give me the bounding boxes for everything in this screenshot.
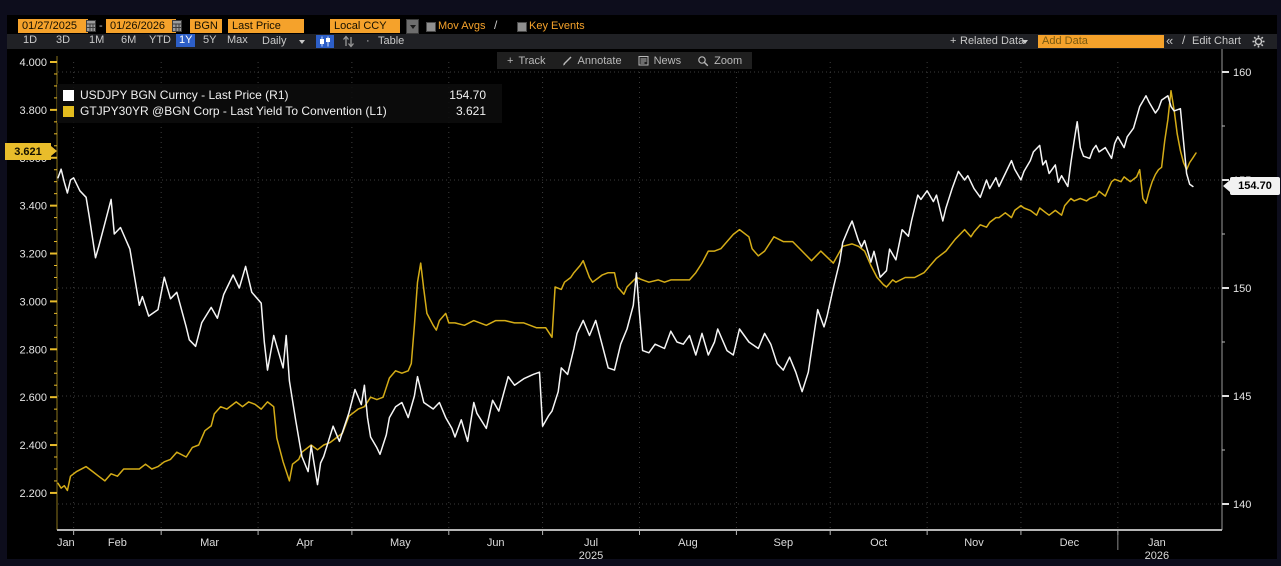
range-button-1m[interactable]: 1M	[86, 34, 107, 47]
date-start-field[interactable]: 01/27/2025	[18, 19, 88, 33]
pricing-source-button[interactable]: BGN	[190, 19, 222, 33]
mov-avgs-line-style-icon[interactable]: /	[494, 18, 497, 33]
legend-item-0[interactable]: USDJPY BGN Curncy - Last Price (R1) 154.7…	[63, 87, 496, 103]
range-button-3d[interactable]: 3D	[53, 34, 73, 47]
date-end-field[interactable]: 01/26/2026	[106, 19, 176, 33]
add-data-input[interactable]: Add Data	[1038, 35, 1164, 48]
candlestick-chart-style-icon[interactable]	[316, 35, 334, 48]
svg-text:Jan: Jan	[57, 537, 75, 549]
svg-text:Sep: Sep	[774, 537, 794, 549]
right-axis-last-value-tag: 154.70	[1230, 177, 1280, 195]
news-button[interactable]: News	[638, 55, 682, 67]
toolbar-separator-dot: ·	[366, 34, 370, 49]
frequency-dropdown-icon[interactable]	[299, 40, 305, 44]
range-button-1d[interactable]: 1D	[20, 34, 40, 47]
svg-text:3.800: 3.800	[19, 105, 47, 117]
svg-text:150: 150	[1233, 283, 1251, 295]
svg-text:Feb: Feb	[108, 537, 127, 549]
compare-arrows-icon[interactable]	[342, 35, 355, 48]
svg-text:Jan: Jan	[1148, 537, 1166, 549]
svg-text:2.600: 2.600	[19, 392, 47, 404]
svg-text:Nov: Nov	[964, 537, 984, 549]
legend-label: GTJPY30YR @BGN Corp - Last Yield To Conv…	[80, 104, 387, 118]
price-field-selector[interactable]: Last Price	[228, 19, 304, 33]
plus-icon: +	[507, 55, 513, 67]
svg-text:Mar: Mar	[200, 537, 219, 549]
svg-text:4.000: 4.000	[19, 57, 47, 69]
svg-text:2.400: 2.400	[19, 440, 47, 452]
legend-swatch	[63, 106, 74, 117]
calendar-icon[interactable]	[172, 20, 182, 32]
svg-text:140: 140	[1233, 499, 1251, 511]
svg-text:2.800: 2.800	[19, 344, 47, 356]
range-button-max[interactable]: Max	[224, 34, 251, 47]
range-button-6m[interactable]: 6M	[118, 34, 139, 47]
collapse-panel-button[interactable]: «	[1166, 33, 1173, 48]
svg-text:Oct: Oct	[870, 537, 887, 549]
axes: 4.0003.8003.6003.4003.2003.0002.8002.600…	[19, 48, 1251, 562]
svg-text:2.200: 2.200	[19, 488, 47, 500]
svg-text:2025: 2025	[579, 550, 603, 562]
date-range-separator: -	[99, 19, 103, 34]
legend-swatch	[63, 90, 74, 101]
svg-text:Jul: Jul	[584, 537, 598, 549]
currency-dropdown-icon[interactable]	[406, 19, 419, 34]
svg-text:Apr: Apr	[296, 537, 313, 549]
key-events-checkbox[interactable]	[517, 22, 527, 32]
svg-text:145: 145	[1233, 391, 1251, 403]
svg-text:May: May	[390, 537, 411, 549]
svg-text:2026: 2026	[1145, 550, 1169, 562]
related-data-button[interactable]: Related Data	[960, 34, 1024, 49]
mov-avgs-checkbox[interactable]	[426, 22, 436, 32]
frequency-selector[interactable]: Daily	[262, 34, 286, 49]
magnifier-icon	[697, 55, 709, 67]
svg-text:Jun: Jun	[487, 537, 505, 549]
svg-text:3.200: 3.200	[19, 249, 47, 261]
table-button[interactable]: Table	[378, 34, 404, 49]
pencil-icon	[562, 55, 573, 66]
currency-mode-selector[interactable]: Local CCY	[330, 19, 400, 33]
range-button-5y[interactable]: 5Y	[200, 34, 219, 47]
left-axis-last-value-tag: 3.621	[5, 143, 51, 160]
gridlines	[58, 62, 1222, 530]
news-icon	[638, 55, 649, 66]
series	[58, 91, 1196, 491]
edit-chart-button[interactable]: Edit Chart	[1192, 34, 1241, 49]
svg-text:160: 160	[1233, 67, 1251, 79]
svg-text:3.000: 3.000	[19, 296, 47, 308]
annotate-button[interactable]: Annotate	[562, 55, 622, 67]
zoom-button[interactable]: Zoom	[697, 55, 742, 67]
mov-avgs-label[interactable]: Mov Avgs	[438, 19, 486, 33]
legend-label: USDJPY BGN Curncy - Last Price (R1)	[80, 88, 289, 102]
key-events-label[interactable]: Key Events	[529, 19, 585, 33]
chart-legend: USDJPY BGN Curncy - Last Price (R1) 154.7…	[57, 84, 502, 123]
series-line-gtjpy30yr	[58, 91, 1196, 491]
legend-last-value: 154.70	[449, 88, 496, 102]
svg-text:3.400: 3.400	[19, 201, 47, 213]
legend-last-value: 3.621	[456, 104, 496, 118]
settings-gear-icon[interactable]	[1252, 35, 1265, 48]
track-button[interactable]: + Track	[507, 55, 546, 67]
calendar-icon[interactable]	[86, 20, 96, 32]
legend-item-1[interactable]: GTJPY30YR @BGN Corp - Last Yield To Conv…	[63, 103, 496, 119]
related-data-plus-icon: +	[950, 34, 956, 49]
svg-text:Aug: Aug	[678, 537, 698, 549]
related-data-dropdown-icon[interactable]	[1022, 40, 1028, 44]
svg-text:Dec: Dec	[1060, 537, 1080, 549]
range-button-ytd[interactable]: YTD	[146, 34, 174, 47]
range-button-1y[interactable]: 1Y	[176, 34, 195, 47]
chart-tools-bar: + Track Annotate News Zoom	[497, 52, 752, 69]
edit-pencil-icon[interactable]: /	[1182, 33, 1185, 48]
